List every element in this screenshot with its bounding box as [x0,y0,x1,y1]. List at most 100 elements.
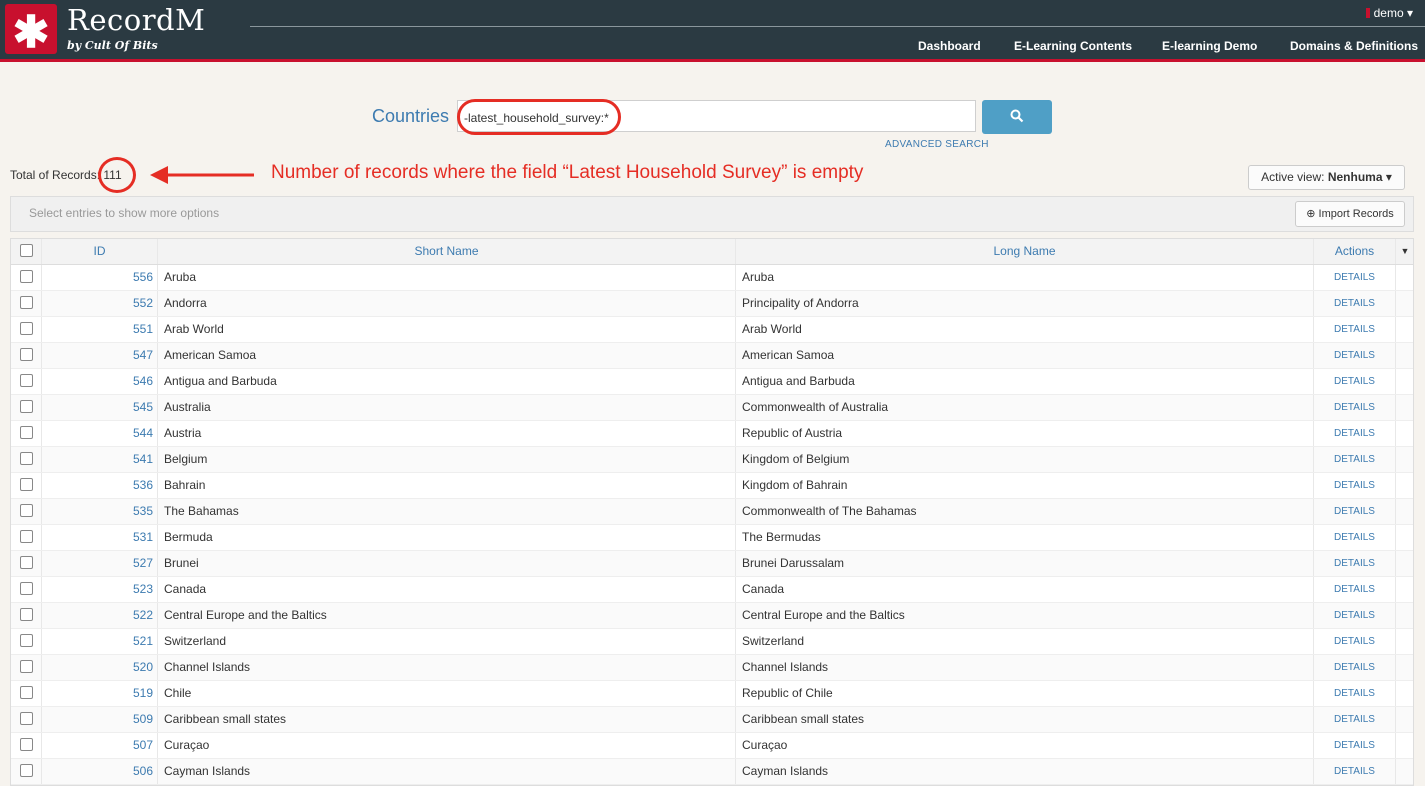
row-checkbox[interactable] [19,374,33,387]
row-details-link[interactable]: DETAILS [1314,499,1396,524]
row-id-link[interactable]: 527 [42,551,158,576]
row-details-link[interactable]: DETAILS [1314,395,1396,420]
row-details-link[interactable]: DETAILS [1314,317,1396,342]
table-row[interactable]: 541 Belgium Kingdom of Belgium DETAILS [11,447,1413,473]
table-row[interactable]: 523 Canada Canada DETAILS [11,577,1413,603]
row-id-link[interactable]: 523 [42,577,158,602]
brand-name[interactable]: RecordM [67,3,205,37]
row-details-link[interactable]: DETAILS [1314,629,1396,654]
row-checkbox[interactable] [19,608,33,621]
row-id-link[interactable]: 509 [42,707,158,732]
row-checkbox[interactable] [19,556,33,569]
row-id-link[interactable]: 507 [42,733,158,758]
row-checkbox[interactable] [19,478,33,491]
nav-elearning-demo[interactable]: E-learning Demo [1162,39,1257,53]
row-id-link[interactable]: 521 [42,629,158,654]
row-checkbox[interactable] [19,582,33,595]
row-checkbox[interactable] [19,296,33,309]
table-row[interactable]: 507 Curaçao Curaçao DETAILS [11,733,1413,759]
row-checkbox[interactable] [19,400,33,413]
row-select-cell [11,499,42,524]
row-select-cell [11,681,42,706]
row-checkbox[interactable] [19,530,33,543]
user-menu[interactable]: demo ▾ [1365,6,1413,20]
row-details-link[interactable]: DETAILS [1314,707,1396,732]
row-select-cell [11,551,42,576]
table-row[interactable]: 552 Andorra Principality of Andorra DETAILS [11,291,1413,317]
row-checkbox[interactable] [19,426,33,439]
table-row[interactable]: 522 Central Europe and the Baltics Central… [11,603,1413,629]
row-short-name: Chile [158,681,736,706]
table-row[interactable]: 551 Arab World Arab World DETAILS [11,317,1413,343]
table-row[interactable]: 546 Antigua and Barbuda Antigua and Barbud… [11,369,1413,395]
row-details-link[interactable]: DETAILS [1314,265,1396,290]
table-row[interactable]: 521 Switzerland Switzerland DETAILS [11,629,1413,655]
row-checkbox[interactable] [19,504,33,517]
row-id-link[interactable]: 541 [42,447,158,472]
row-id-link[interactable]: 520 [42,655,158,680]
row-details-link[interactable]: DETAILS [1314,733,1396,758]
table-row[interactable]: 556 Aruba Aruba DETAILS [11,265,1413,291]
row-details-link[interactable]: DETAILS [1314,577,1396,602]
table-row[interactable]: 544 Austria Republic of Austria DETAILS [11,421,1413,447]
row-id-link[interactable]: 546 [42,369,158,394]
row-details-link[interactable]: DETAILS [1314,447,1396,472]
search-button[interactable] [982,100,1052,134]
active-view-dropdown[interactable]: Active view: Nenhuma ▾ [1248,165,1405,190]
row-id-link[interactable]: 536 [42,473,158,498]
row-id-link[interactable]: 522 [42,603,158,628]
row-checkbox[interactable] [19,712,33,725]
table-row[interactable]: 509 Caribbean small states Caribbean small… [11,707,1413,733]
row-details-link[interactable]: DETAILS [1314,369,1396,394]
column-menu-caret-icon[interactable]: ▼ [1396,239,1414,264]
column-header-id[interactable]: ID [42,239,158,264]
table-row[interactable]: 536 Bahrain Kingdom of Bahrain DETAILS [11,473,1413,499]
column-header-long-name[interactable]: Long Name [736,239,1314,264]
row-select-cell [11,265,42,290]
row-checkbox[interactable] [19,348,33,361]
row-details-link[interactable]: DETAILS [1314,525,1396,550]
row-checkbox[interactable] [19,634,33,647]
row-short-name: Caribbean small states [158,707,736,732]
row-details-link[interactable]: DETAILS [1314,681,1396,706]
table-row[interactable]: 531 Bermuda The Bermudas DETAILS [11,525,1413,551]
import-records-button[interactable]: ⊕ Import Records [1295,201,1405,227]
row-checkbox[interactable] [19,764,33,777]
column-header-short-name[interactable]: Short Name [158,239,736,264]
row-details-link[interactable]: DETAILS [1314,603,1396,628]
row-id-link[interactable]: 547 [42,343,158,368]
row-checkbox[interactable] [19,738,33,751]
table-row[interactable]: 545 Australia Commonwealth of Australia DET… [11,395,1413,421]
row-checkbox[interactable] [19,686,33,699]
row-details-link[interactable]: DETAILS [1314,343,1396,368]
advanced-search-link[interactable]: ADVANCED SEARCH [885,139,989,150]
row-details-link[interactable]: DETAILS [1314,655,1396,680]
row-checkbox[interactable] [19,270,33,283]
row-id-link[interactable]: 552 [42,291,158,316]
row-details-link[interactable]: DETAILS [1314,473,1396,498]
select-all-checkbox[interactable] [19,244,33,257]
row-id-link[interactable]: 551 [42,317,158,342]
row-id-link[interactable]: 535 [42,499,158,524]
table-row[interactable]: 520 Channel Islands Channel Islands DETAILS [11,655,1413,681]
nav-dashboard[interactable]: Dashboard [918,39,981,53]
row-id-link[interactable]: 531 [42,525,158,550]
row-id-link[interactable]: 544 [42,421,158,446]
row-checkbox[interactable] [19,322,33,335]
table-row[interactable]: 519 Chile Republic of Chile DETAILS [11,681,1413,707]
nav-elearning-contents[interactable]: E-Learning Contents [1014,39,1132,53]
table-row[interactable]: 527 Brunei Brunei Darussalam DETAILS [11,551,1413,577]
row-id-link[interactable]: 519 [42,681,158,706]
table-row[interactable]: 547 American Samoa American Samoa DETAILS [11,343,1413,369]
row-details-link[interactable]: DETAILS [1314,291,1396,316]
row-details-link[interactable]: DETAILS [1314,421,1396,446]
row-checkbox[interactable] [19,660,33,673]
row-id-link[interactable]: 545 [42,395,158,420]
row-id-link[interactable]: 556 [42,265,158,290]
asterisk-icon[interactable]: ✱ [5,4,57,57]
row-long-name: Principality of Andorra [736,291,1314,316]
row-checkbox[interactable] [19,452,33,465]
nav-domains-definitions[interactable]: Domains & Definitions [1290,39,1418,53]
row-details-link[interactable]: DETAILS [1314,551,1396,576]
table-row[interactable]: 535 The Bahamas Commonwealth of The Bahama… [11,499,1413,525]
